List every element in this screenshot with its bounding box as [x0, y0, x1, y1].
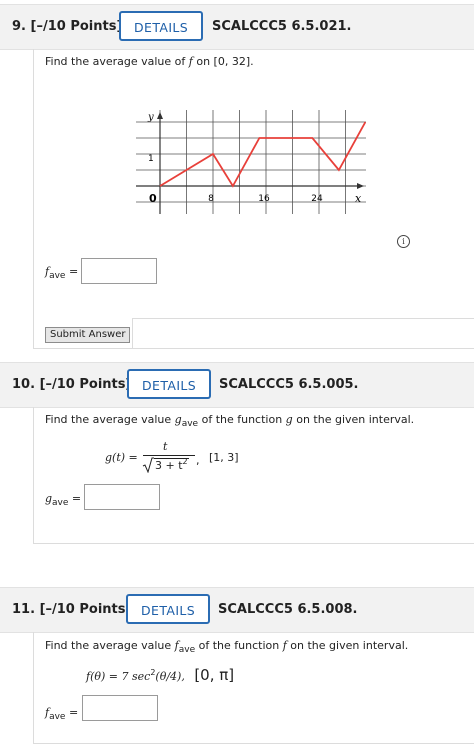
question-number: 9. [–/10 Points] — [12, 19, 123, 34]
function-formula: f(θ) = 7 sec2(θ/4), [0, π] — [86, 666, 234, 684]
question-prompt: Find the average value fave of the funct… — [45, 639, 409, 655]
question-prompt: Find the average value gave of the funct… — [45, 413, 415, 429]
answer-label: fave = — [45, 265, 79, 281]
formula-rest: (θ/4), — [155, 670, 185, 683]
answer-input[interactable] — [82, 695, 158, 721]
question-9-header: 9. [–/10 Points] DETAILS SCALCCC5 6.5.02… — [0, 4, 474, 50]
details-button[interactable]: DETAILS — [126, 594, 211, 624]
info-icon[interactable]: i — [397, 235, 410, 248]
formula-main: f(θ) = 7 sec — [86, 670, 151, 683]
formula-lhs: g(t) = — [105, 451, 138, 464]
question-code: SCALCCC5 6.5.005. — [219, 377, 359, 392]
y-axis-label: y — [147, 112, 154, 123]
details-button[interactable]: DETAILS — [127, 369, 212, 399]
sqrt-icon — [142, 457, 154, 473]
x-tick-label-16: 16 — [258, 194, 270, 204]
x-axis-label: x — [355, 192, 362, 205]
function-graph: y x 0 1 8 16 24 — [136, 110, 366, 214]
answer-label: fave = — [45, 706, 79, 722]
answer-label: gave = — [45, 492, 82, 508]
question-number: 11. [–/10 Points] — [12, 602, 132, 617]
question-code: SCALCCC5 6.5.021. — [212, 19, 352, 34]
submit-area — [132, 318, 474, 349]
fraction-bar — [143, 455, 195, 456]
x-tick-label-24: 24 — [311, 194, 323, 204]
formula-interval: [1, 3] — [209, 451, 239, 464]
question-11-header: 11. [–/10 Points] DETAILS SCALCCC5 6.5.0… — [0, 587, 474, 633]
formula-exponent: 2 — [150, 668, 156, 677]
answer-input[interactable] — [81, 258, 157, 284]
function-formula: g(t) = t 3 + t2 , [1, 3] — [105, 440, 255, 476]
question-code: SCALCCC5 6.5.008. — [218, 602, 358, 617]
x-tick-label-8: 8 — [208, 194, 214, 204]
origin-label: 0 — [149, 192, 157, 205]
formula-denominator: 3 + t2 — [154, 457, 189, 472]
formula-interval: [0, π] — [194, 666, 235, 684]
formula-numerator: t — [163, 440, 168, 453]
details-button[interactable]: DETAILS — [119, 11, 204, 41]
question-10-header: 10. [–/10 Points] DETAILS SCALCCC5 6.5.0… — [0, 362, 474, 408]
answer-input[interactable] — [84, 484, 160, 510]
y-tick-label: 1 — [148, 154, 154, 164]
formula-comma: , — [196, 454, 200, 467]
submit-answer-button[interactable]: Submit Answer — [45, 327, 131, 343]
question-number: 10. [–/10 Points] — [12, 377, 132, 392]
question-prompt: Find the average value of f on [0, 32]. — [45, 55, 254, 68]
